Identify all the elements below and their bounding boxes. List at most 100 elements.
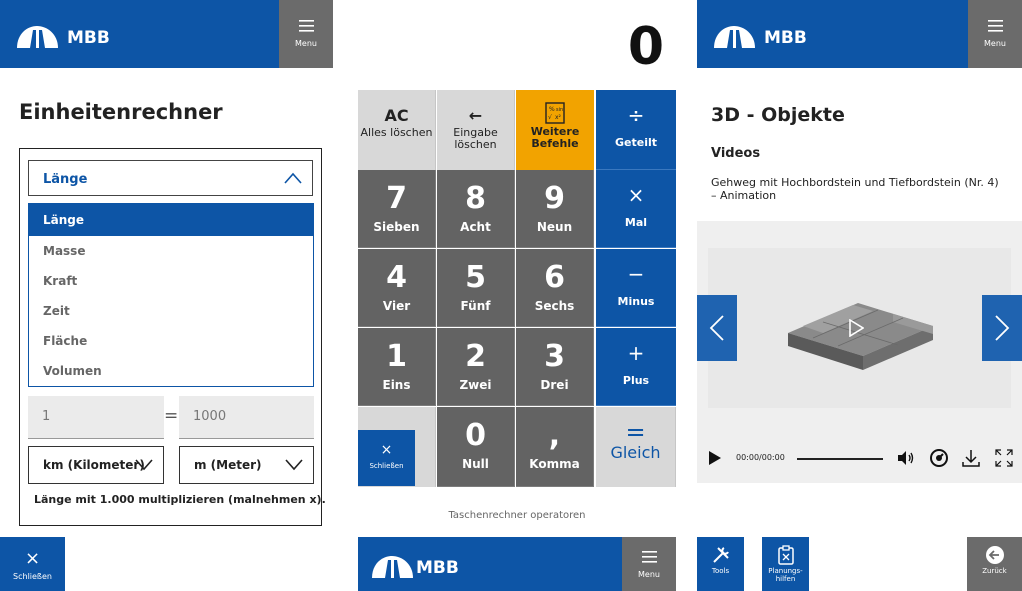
digit-0-key[interactable]: 0 Null xyxy=(437,407,515,487)
category-select[interactable]: Länge xyxy=(28,160,313,196)
digit-8-key[interactable]: 8 Acht xyxy=(437,170,515,248)
comma-key[interactable]: , Komma xyxy=(516,407,594,487)
category-option-masse[interactable]: Masse xyxy=(29,236,313,266)
digit-2-key[interactable]: 2 Zwei xyxy=(437,328,515,406)
ac-symbol: AC xyxy=(384,106,409,125)
calculator-close-button[interactable]: × Schließen xyxy=(358,430,415,486)
tools-label: Tools xyxy=(711,567,730,575)
digit-5-key[interactable]: 5 Fünf xyxy=(437,249,515,327)
digit-6-key[interactable]: 6 Sechs xyxy=(516,249,594,327)
backspace-arrow-icon: ← xyxy=(468,106,483,125)
conversion-hint: Länge mit 1.000 multiplizieren (malnehme… xyxy=(34,493,326,506)
plus-key[interactable]: + Plus xyxy=(596,328,676,406)
digit-4-key[interactable]: 4 Vier xyxy=(358,249,436,327)
ac-label: Alles löschen xyxy=(360,126,433,139)
category-option-laenge[interactable]: Länge xyxy=(29,204,313,236)
page-title: 3D - Objekte xyxy=(711,104,845,126)
chevron-down-icon xyxy=(135,459,153,471)
app-header: MBB Menu xyxy=(697,0,1022,68)
previous-video-button[interactable] xyxy=(697,295,737,361)
volume-icon[interactable] xyxy=(896,448,916,468)
digit-1: 1 xyxy=(386,339,407,374)
menu-button[interactable]: Menu xyxy=(968,0,1022,68)
more-commands-key[interactable]: % sin √ x² Weitere Befehle xyxy=(516,90,594,170)
to-unit-select[interactable]: m (Meter) xyxy=(179,446,314,484)
minus-label: Minus xyxy=(617,295,655,308)
arrow-left-circle-icon xyxy=(985,546,1004,564)
menu-button[interactable]: Menu xyxy=(279,0,333,68)
digit-6-label: Sechs xyxy=(534,299,575,313)
category-dropdown: Länge Masse Kraft Zeit Fläche Volumen xyxy=(28,203,314,387)
close-icon: × xyxy=(380,442,393,458)
digit-5-label: Fünf xyxy=(460,299,491,313)
digit-9: 9 xyxy=(544,181,565,216)
digit-2: 2 xyxy=(465,339,486,374)
section-heading: Videos xyxy=(711,146,761,161)
play-overlay-icon[interactable] xyxy=(848,319,864,337)
equals-key[interactable]: = Gleich xyxy=(596,407,676,487)
brand-name: MBB xyxy=(416,558,459,578)
clipboard-tools-icon xyxy=(777,545,794,565)
menu-label: Menu xyxy=(295,39,317,48)
digit-5: 5 xyxy=(465,260,486,295)
category-option-volumen[interactable]: Volumen xyxy=(29,356,313,386)
multiply-label: Mal xyxy=(624,216,648,229)
play-icon[interactable] xyxy=(709,451,721,465)
close-label: Schließen xyxy=(369,462,404,470)
tools-button[interactable]: Tools xyxy=(697,537,744,591)
next-video-button[interactable] xyxy=(982,295,1022,361)
hamburger-icon xyxy=(298,20,314,32)
video-frame[interactable] xyxy=(708,248,1011,408)
page-title: Einheitenrechner xyxy=(19,100,223,124)
digit-9-label: Neun xyxy=(536,220,573,234)
digit-8-label: Acht xyxy=(460,220,491,234)
menu-button[interactable]: Menu xyxy=(622,537,676,591)
more-commands-label: Weitere Befehle xyxy=(530,125,580,150)
multiply-icon: × xyxy=(627,183,645,207)
multiply-key[interactable]: × Mal xyxy=(596,170,676,248)
category-option-flaeche[interactable]: Fläche xyxy=(29,326,313,356)
hamburger-icon xyxy=(987,20,1003,32)
digit-1-key[interactable]: 1 Eins xyxy=(358,328,436,406)
calculator-display: 0 xyxy=(358,0,676,90)
close-button[interactable]: × Schließen xyxy=(0,537,65,591)
input-value-field[interactable]: 1 xyxy=(28,396,164,439)
all-clear-key[interactable]: AC Alles löschen xyxy=(358,90,436,170)
digit-7: 7 xyxy=(386,181,407,216)
digit-7-key[interactable]: 7 Sieben xyxy=(358,170,436,248)
digit-9-key[interactable]: 9 Neun xyxy=(516,170,594,248)
category-option-zeit[interactable]: Zeit xyxy=(29,296,313,326)
digit-3-label: Drei xyxy=(540,378,569,392)
divide-key[interactable]: ÷ Geteilt xyxy=(596,90,676,170)
helmet-logo-icon xyxy=(17,26,58,48)
video-time: 00:00/00:00 xyxy=(736,453,785,462)
chevron-left-icon xyxy=(709,315,724,341)
back-button[interactable]: Zurück xyxy=(967,537,1022,591)
video-controls: 00:00/00:00 xyxy=(697,441,1022,475)
hamburger-icon xyxy=(641,551,657,563)
digit-6: 6 xyxy=(544,260,565,295)
close-label: Schließen xyxy=(13,572,52,581)
from-unit-select[interactable]: km (Kilometer) xyxy=(28,446,164,484)
category-option-kraft[interactable]: Kraft xyxy=(29,266,313,296)
planning-aids-button[interactable]: Planungs- hilfen xyxy=(762,537,809,591)
back-label: Zurück xyxy=(982,567,1007,575)
result-value-field: 1000 xyxy=(179,396,314,439)
digit-0-label: Null xyxy=(462,457,489,471)
unit-converter-screen: MBB Menu Einheitenrechner Länge Länge Ma… xyxy=(0,0,333,591)
chevron-down-icon xyxy=(285,459,303,471)
playback-speed-icon[interactable] xyxy=(929,448,949,468)
math-functions-icon: % sin √ x² xyxy=(545,102,565,124)
minus-key[interactable]: − Minus xyxy=(596,249,676,327)
digit-3-key[interactable]: 3 Drei xyxy=(516,328,594,406)
equals-icon: = xyxy=(625,418,646,446)
video-progress-bar[interactable] xyxy=(797,458,883,460)
download-icon[interactable] xyxy=(961,448,981,468)
calculator-footer-label: Taschenrechner operatoren xyxy=(448,510,586,521)
svg-text:x²: x² xyxy=(555,114,562,121)
calculator-screen: 0 AC Alles löschen ← Eingabe löschen % si… xyxy=(358,0,676,591)
brand-name: MBB xyxy=(67,28,110,48)
fullscreen-icon[interactable] xyxy=(994,448,1014,468)
backspace-key[interactable]: ← Eingabe löschen xyxy=(437,90,515,170)
comma-symbol: , xyxy=(548,418,561,453)
